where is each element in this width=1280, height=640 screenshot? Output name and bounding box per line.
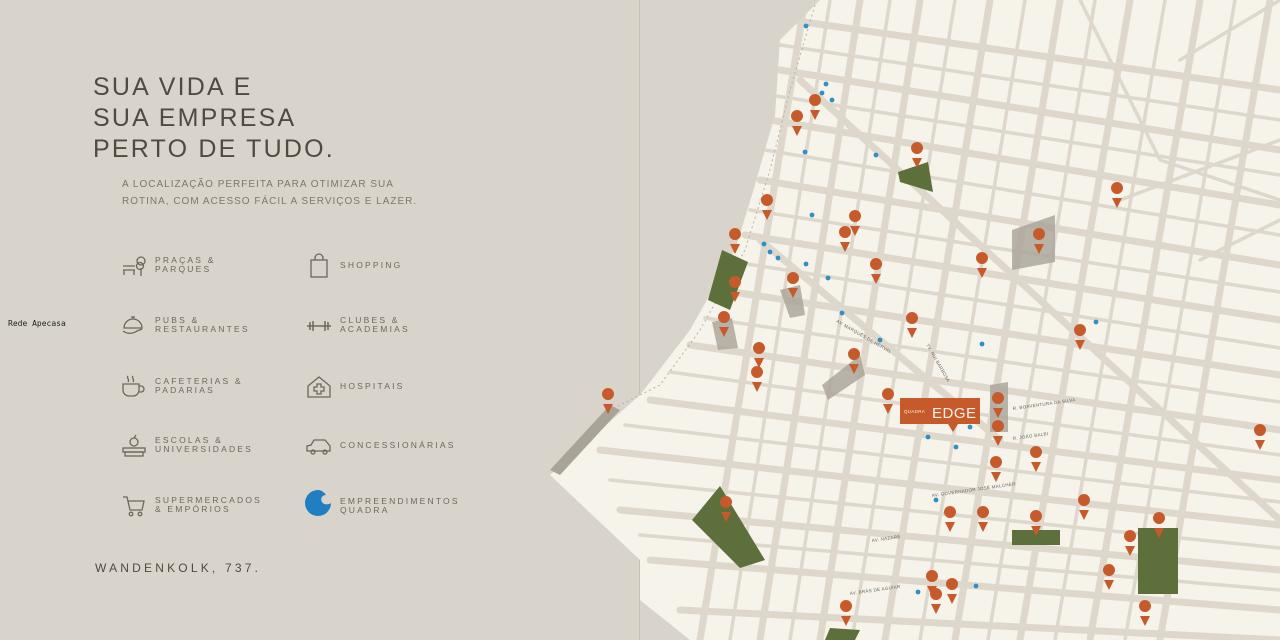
quadra-marker[interactable] [767,249,773,255]
quadra-marker[interactable] [915,589,921,595]
quadra-marker[interactable] [761,241,767,247]
park [1138,528,1178,594]
quadra-marker[interactable] [839,310,845,316]
quadra-marker[interactable] [803,23,809,29]
quadra-marker[interactable] [925,434,931,440]
quadra-marker[interactable] [823,81,829,87]
city-map[interactable]: AV. GOVERNADOR JOSÉ MALCHER AV. NAZARÉ A… [0,0,1280,640]
project-logo-small: QUADRA [904,409,925,414]
quadra-marker[interactable] [953,444,959,450]
quadra-marker[interactable] [809,212,815,218]
quadra-marker[interactable] [973,583,979,589]
quadra-marker[interactable] [775,255,781,261]
quadra-marker[interactable] [877,337,883,343]
quadra-marker[interactable] [967,424,973,430]
quadra-marker[interactable] [825,275,831,281]
quadra-marker[interactable] [1093,319,1099,325]
project-logo: EDGE [932,405,977,422]
park [825,628,860,640]
quadra-marker[interactable] [873,152,879,158]
quadra-marker[interactable] [829,97,835,103]
quadra-marker[interactable] [979,341,985,347]
quadra-marker[interactable] [802,149,808,155]
quadra-marker[interactable] [819,90,825,96]
quadra-marker[interactable] [803,261,809,267]
quadra-marker[interactable] [933,497,939,503]
